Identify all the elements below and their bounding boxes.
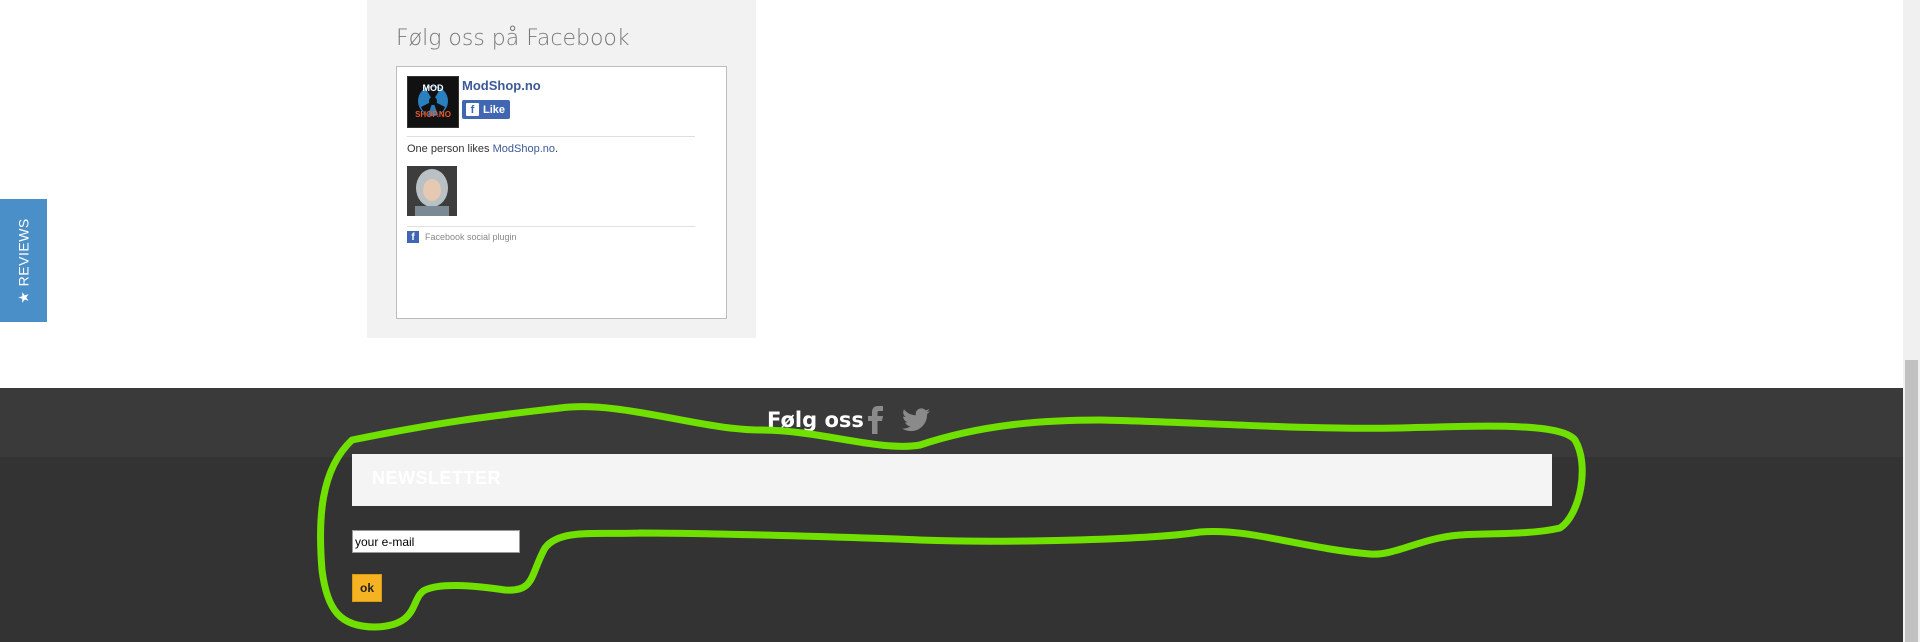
footer-follow-bar <box>0 388 1903 457</box>
plugin-label: Facebook social plugin <box>425 232 517 242</box>
newsletter-email-input[interactable] <box>352 530 520 553</box>
facebook-f-icon: f <box>466 103 479 116</box>
reviews-tab[interactable]: ★ REVIEWS <box>0 199 47 322</box>
facebook-icon[interactable] <box>867 406 885 434</box>
twitter-icon[interactable] <box>902 408 930 432</box>
newsletter-header: NEWSLETTER <box>352 454 1552 506</box>
like-label: Like <box>483 103 506 116</box>
page-scrollbar-thumb[interactable] <box>1905 360 1918 642</box>
facebook-page-plugin: MOD SHOP.NO ModShop.no f Like One person… <box>396 66 727 319</box>
liker-avatar[interactable] <box>407 166 457 216</box>
newsletter-ok-button[interactable]: ok <box>352 574 382 602</box>
logo-word-2: SHOP.NO <box>415 110 451 119</box>
divider <box>407 226 695 227</box>
follow-us-title: Følg oss <box>767 408 864 432</box>
modshop-logo[interactable]: MOD SHOP.NO <box>407 76 459 128</box>
likes-page-link[interactable]: ModShop.no <box>493 143 555 155</box>
facebook-page-name-link[interactable]: ModShop.no <box>462 78 541 93</box>
likes-summary: One person likes ModShop.no. <box>407 143 558 155</box>
likes-suffix: . <box>555 143 559 155</box>
likes-prefix: One person likes <box>407 143 493 155</box>
facebook-like-button[interactable]: f Like <box>462 100 510 119</box>
facebook-plugin-footer[interactable]: f Facebook social plugin <box>407 231 517 243</box>
reviews-tab-label: ★ REVIEWS <box>15 217 31 304</box>
divider <box>407 136 695 137</box>
facebook-panel: Følg oss på Facebook MOD SHOP.NO ModShop… <box>367 0 756 338</box>
logo-word-1: MOD <box>423 83 444 93</box>
facebook-panel-title: Følg oss på Facebook <box>396 26 630 51</box>
facebook-icon: f <box>407 231 419 243</box>
newsletter-title: NEWSLETTER <box>372 468 501 488</box>
